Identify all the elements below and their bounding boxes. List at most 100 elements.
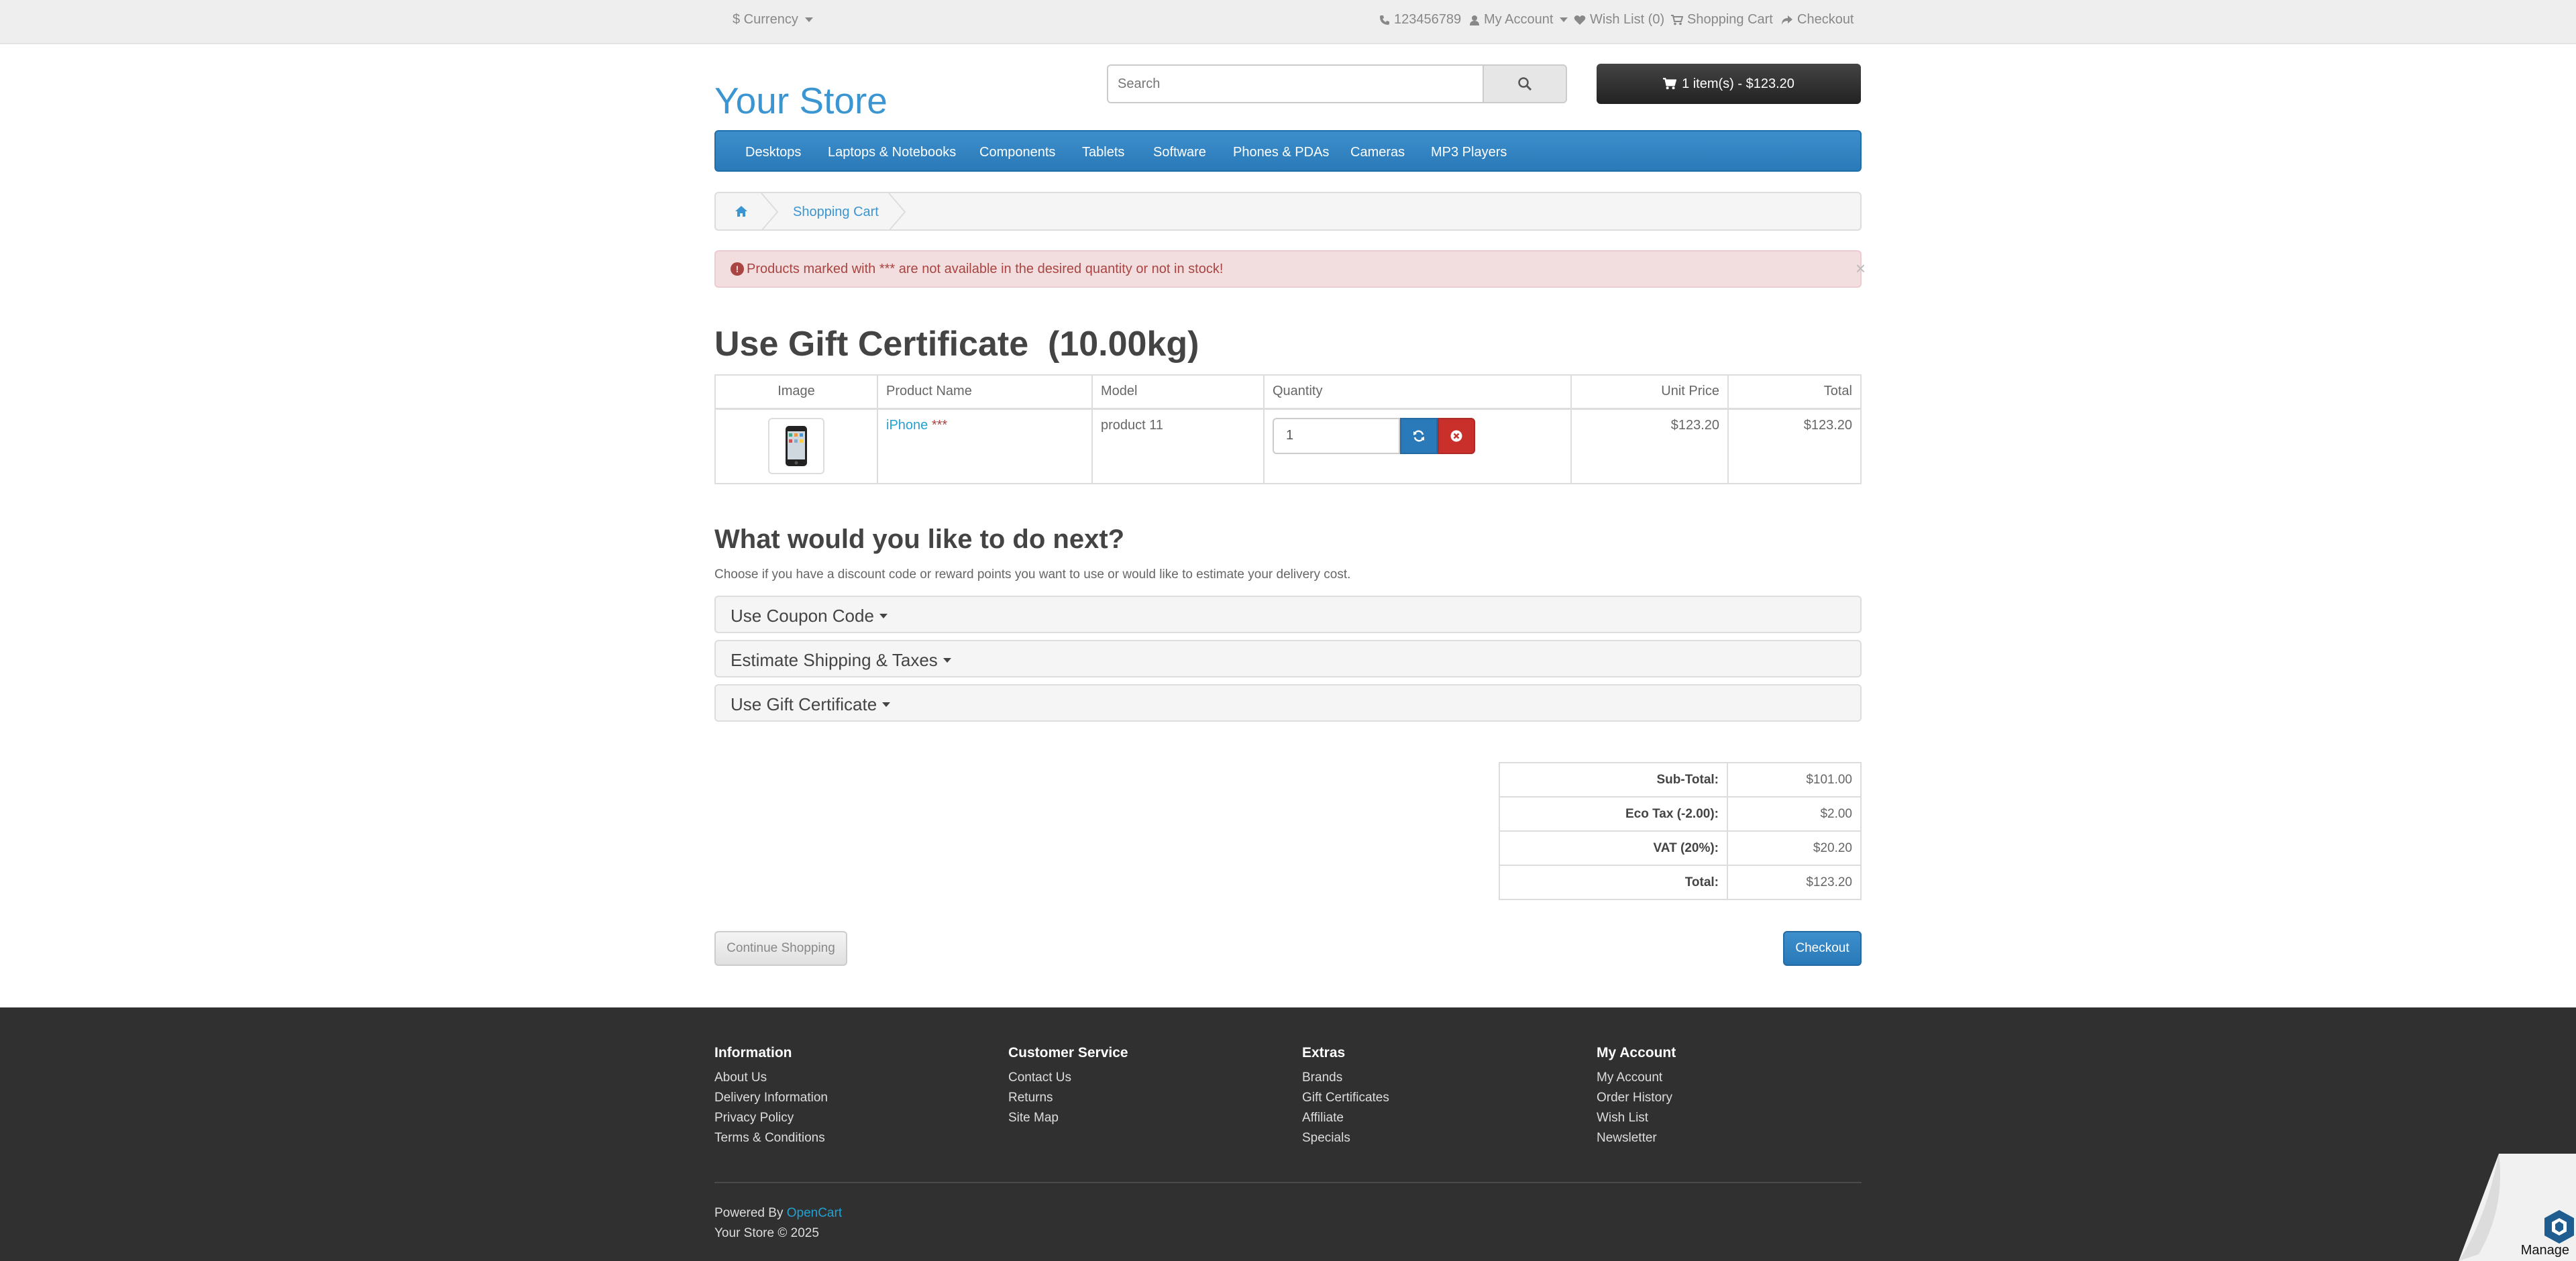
powered-by: Powered By OpenCart bbox=[714, 1206, 842, 1221]
menu-item-software[interactable]: Software bbox=[1153, 145, 1206, 160]
footer-heading: Extras bbox=[1302, 1045, 1346, 1060]
footer-column-extras: Extras Brands Gift Certificates Affiliat… bbox=[1302, 1045, 1389, 1151]
footer-column-customer-service: Customer Service Contact Us Returns Site… bbox=[1008, 1045, 1128, 1131]
checkout-link[interactable]: Checkout bbox=[1781, 12, 1854, 28]
footer-link-brands[interactable]: Brands bbox=[1302, 1071, 1389, 1091]
menu-item-tablets[interactable]: Tablets bbox=[1082, 145, 1124, 160]
out-of-stock-mark: *** bbox=[931, 417, 948, 433]
totals-table: Sub-Total: $101.00 Eco Tax (-2.00): $2.00 … bbox=[1499, 762, 1862, 900]
share-icon bbox=[1782, 15, 1792, 25]
menu-item-cameras[interactable]: Cameras bbox=[1350, 145, 1405, 160]
shipping-panel-label: Estimate Shipping & Taxes bbox=[731, 650, 938, 670]
main-menu: Desktops Laptops & Notebooks Components … bbox=[714, 130, 1862, 172]
menu-item-mp3[interactable]: MP3 Players bbox=[1431, 145, 1507, 160]
shipping-panel-title[interactable]: Estimate Shipping & Taxes bbox=[731, 650, 951, 671]
menu-item-desktops[interactable]: Desktops bbox=[745, 145, 801, 160]
manage-label: Manage bbox=[2520, 1243, 2569, 1258]
shipping-panel[interactable]: Estimate Shipping & Taxes bbox=[714, 640, 1862, 677]
wishlist-label: Wish List (0) bbox=[1590, 12, 1665, 27]
my-account-dropdown[interactable]: My Account bbox=[1469, 12, 1568, 28]
footer-link-delivery[interactable]: Delivery Information bbox=[714, 1091, 828, 1111]
manage-widget[interactable]: Manage bbox=[2459, 1154, 2576, 1261]
continue-shopping-button[interactable]: Continue Shopping bbox=[714, 931, 847, 966]
footer: Information About Us Delivery Informatio… bbox=[0, 1007, 2576, 1261]
footer-link-returns[interactable]: Returns bbox=[1008, 1091, 1128, 1111]
breadcrumb-separator bbox=[761, 193, 779, 231]
quantity-cell: 1 bbox=[1263, 408, 1572, 484]
menu-item-phones[interactable]: Phones & PDAs bbox=[1233, 145, 1329, 160]
copyright: Your Store © 2025 bbox=[714, 1226, 819, 1240]
user-icon bbox=[1470, 15, 1479, 25]
coupon-panel[interactable]: Use Coupon Code bbox=[714, 596, 1862, 633]
search-input[interactable] bbox=[1107, 64, 1483, 103]
quantity-input[interactable]: 1 bbox=[1273, 417, 1400, 454]
search-button[interactable] bbox=[1483, 64, 1567, 103]
footer-heading: My Account bbox=[1597, 1045, 1676, 1060]
footer-column-information: Information About Us Delivery Informatio… bbox=[714, 1045, 828, 1151]
remove-button[interactable] bbox=[1438, 417, 1475, 454]
coupon-panel-title[interactable]: Use Coupon Code bbox=[731, 606, 888, 626]
gift-certificate-panel-title[interactable]: Use Gift Certificate bbox=[731, 694, 891, 715]
phone-icon bbox=[1380, 15, 1389, 25]
quantity-group: 1 bbox=[1273, 417, 1562, 454]
totals-row: Eco Tax (-2.00): $2.00 bbox=[1499, 796, 1862, 832]
footer-link-sitemap[interactable]: Site Map bbox=[1008, 1111, 1128, 1131]
footer-heading: Information bbox=[714, 1045, 792, 1060]
chevron-down-icon bbox=[1560, 17, 1568, 22]
cart-button[interactable]: 1 item(s) - $123.20 bbox=[1597, 64, 1861, 104]
total-label: Total: bbox=[1499, 865, 1728, 900]
footer-link-terms[interactable]: Terms & Conditions bbox=[714, 1131, 828, 1151]
table-row: iPhone *** product 11 1 $123.20 $123.20 bbox=[714, 408, 1862, 484]
caret-down-icon bbox=[882, 702, 891, 707]
col-model: Model bbox=[1091, 374, 1265, 410]
times-circle-icon bbox=[1450, 430, 1462, 441]
footer-link-contact[interactable]: Contact Us bbox=[1008, 1071, 1128, 1091]
wishlist-link[interactable]: Wish List (0) bbox=[1574, 12, 1664, 28]
eco-tax-label: Eco Tax (-2.00): bbox=[1499, 796, 1728, 832]
footer-link-privacy[interactable]: Privacy Policy bbox=[714, 1111, 828, 1131]
subtotal-label: Sub-Total: bbox=[1499, 762, 1728, 798]
powered-by-text: Powered By bbox=[714, 1206, 784, 1220]
footer-link-affiliate[interactable]: Affiliate bbox=[1302, 1111, 1389, 1131]
product-model: product 11 bbox=[1091, 408, 1265, 484]
product-thumbnail[interactable] bbox=[768, 417, 824, 474]
shopping-cart-label: Shopping Cart bbox=[1687, 12, 1773, 27]
footer-link-wishlist[interactable]: Wish List bbox=[1597, 1111, 1676, 1131]
footer-link-specials[interactable]: Specials bbox=[1302, 1131, 1389, 1151]
table-header-row: Image Product Name Model Quantity Unit P… bbox=[714, 374, 1862, 410]
footer-link-my-account[interactable]: My Account bbox=[1597, 1071, 1676, 1091]
product-image-cell bbox=[714, 408, 878, 484]
col-image: Image bbox=[714, 374, 878, 410]
breadcrumb-shopping-cart[interactable]: Shopping Cart bbox=[793, 205, 879, 220]
menu-item-components[interactable]: Components bbox=[979, 145, 1055, 160]
update-button[interactable] bbox=[1400, 417, 1438, 454]
product-link[interactable]: iPhone bbox=[886, 418, 928, 433]
row-total: $123.20 bbox=[1727, 408, 1862, 484]
shopping-cart-link[interactable]: Shopping Cart bbox=[1671, 12, 1773, 28]
iphone-image bbox=[786, 425, 807, 466]
checkout-button[interactable]: Checkout bbox=[1783, 931, 1862, 966]
currency-dropdown[interactable]: $ Currency bbox=[733, 12, 813, 28]
footer-divider bbox=[714, 1182, 1862, 1183]
stock-alert: ! Products marked with *** are not avail… bbox=[714, 250, 1866, 288]
opencart-link[interactable]: OpenCart bbox=[787, 1206, 842, 1220]
totals-row: Sub-Total: $101.00 bbox=[1499, 762, 1862, 798]
exclamation-circle-icon: ! bbox=[731, 262, 744, 276]
totals-row: VAT (20%): $20.20 bbox=[1499, 830, 1862, 866]
phone-link[interactable]: 123456789 bbox=[1379, 12, 1461, 28]
breadcrumb-home[interactable] bbox=[735, 204, 748, 223]
footer-link-about[interactable]: About Us bbox=[714, 1071, 828, 1091]
refresh-icon bbox=[1413, 430, 1424, 441]
footer-link-newsletter[interactable]: Newsletter bbox=[1597, 1131, 1676, 1151]
gift-certificate-panel[interactable]: Use Gift Certificate bbox=[714, 684, 1862, 722]
close-icon[interactable]: × bbox=[1856, 258, 1866, 279]
page-title: Use Gift Certificate (10.00kg) bbox=[714, 325, 1199, 364]
menu-item-laptops[interactable]: Laptops & Notebooks bbox=[828, 145, 956, 160]
footer-heading: Customer Service bbox=[1008, 1045, 1128, 1060]
home-icon bbox=[735, 206, 747, 217]
totals-row: Total: $123.20 bbox=[1499, 865, 1862, 900]
footer-link-order-history[interactable]: Order History bbox=[1597, 1091, 1676, 1111]
unit-price: $123.20 bbox=[1570, 408, 1729, 484]
footer-link-gift-certificates[interactable]: Gift Certificates bbox=[1302, 1091, 1389, 1111]
store-logo[interactable]: Your Store bbox=[714, 79, 888, 122]
